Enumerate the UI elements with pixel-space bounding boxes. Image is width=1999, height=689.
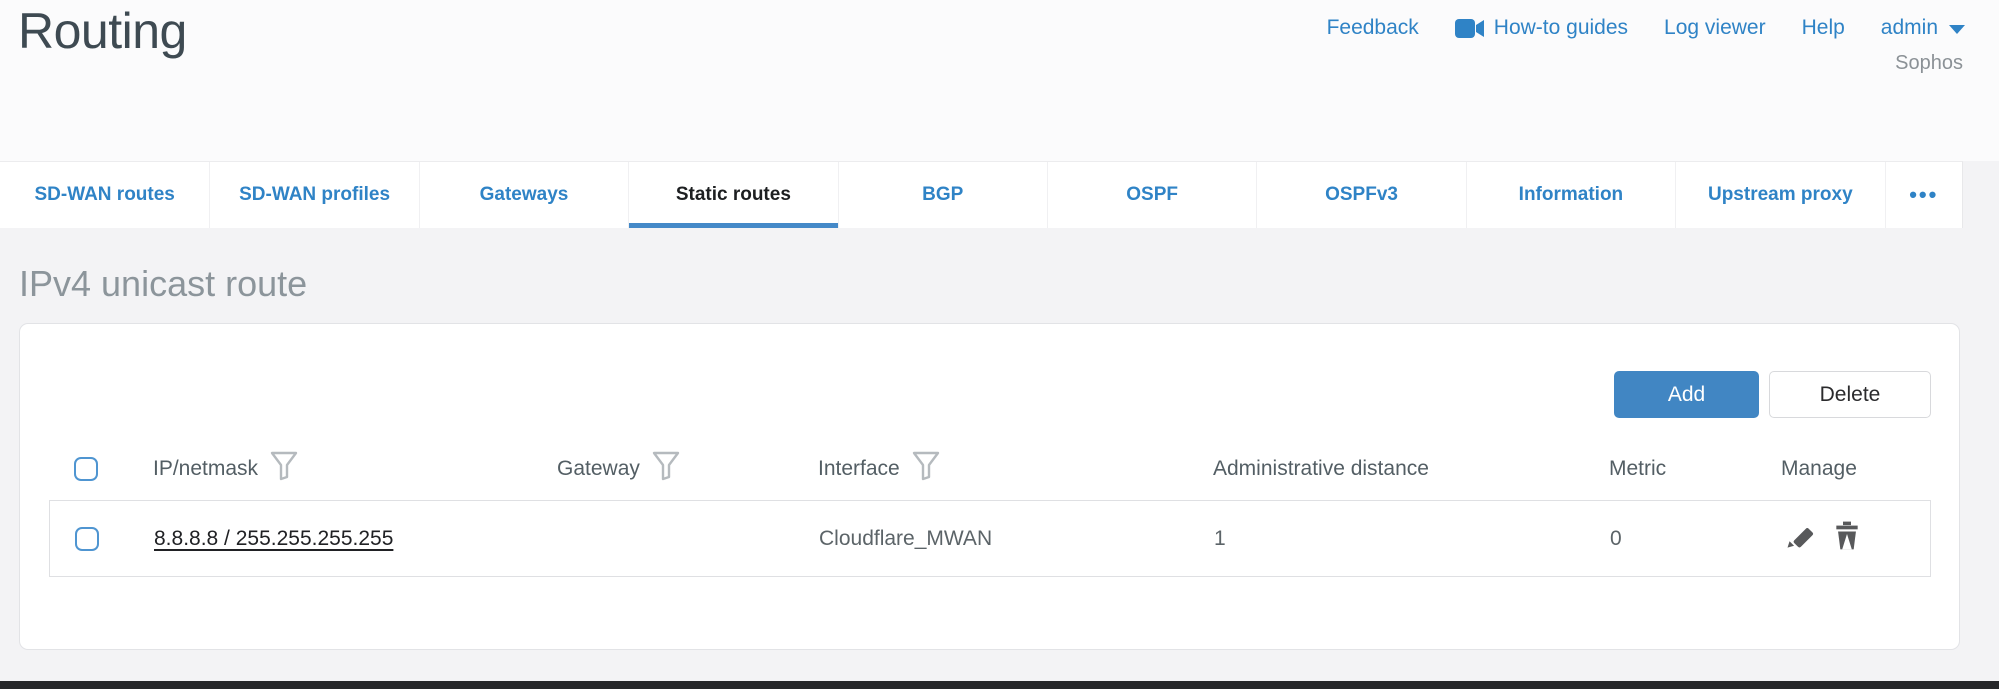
- page-title: Routing: [18, 2, 187, 60]
- manage-cell: [1782, 522, 1930, 556]
- trash-icon: [1832, 520, 1862, 558]
- user-menu[interactable]: admin: [1881, 16, 1965, 40]
- select-all-checkbox[interactable]: [74, 457, 98, 481]
- pencil-icon: [1783, 520, 1815, 558]
- log-viewer-link[interactable]: Log viewer: [1664, 16, 1766, 40]
- tab-static-routes[interactable]: Static routes: [628, 162, 837, 228]
- interface-cell: Cloudflare_MWAN: [819, 527, 1214, 551]
- feedback-link[interactable]: Feedback: [1327, 16, 1419, 40]
- tab-sdwan-routes[interactable]: SD-WAN routes: [0, 162, 209, 228]
- table-header-row: IP/netmask Gateway Interface: [49, 446, 1931, 491]
- routing-page: Routing Feedback How-to guides Log viewe…: [0, 0, 1999, 689]
- help-link[interactable]: Help: [1802, 16, 1845, 40]
- more-tabs-button[interactable]: •••: [1885, 162, 1962, 228]
- org-name: Sophos: [1895, 52, 1963, 75]
- ellipsis-icon: •••: [1909, 182, 1938, 208]
- administrative-distance-cell: 1: [1214, 527, 1610, 551]
- column-header-manage: Manage: [1781, 457, 1931, 481]
- help-label: Help: [1802, 16, 1845, 40]
- tab-sdwan-profiles[interactable]: SD-WAN profiles: [209, 162, 418, 228]
- delete-route-button[interactable]: [1830, 522, 1864, 556]
- add-button[interactable]: Add: [1614, 371, 1759, 418]
- table-row: 8.8.8.8 / 255.255.255.255 Cloudflare_MWA…: [49, 500, 1931, 577]
- tab-ospf[interactable]: OSPF: [1047, 162, 1256, 228]
- log-viewer-label: Log viewer: [1664, 16, 1766, 40]
- tab-gateways[interactable]: Gateways: [419, 162, 628, 228]
- feedback-link-label: Feedback: [1327, 16, 1419, 40]
- delete-button[interactable]: Delete: [1769, 371, 1931, 418]
- row-checkbox[interactable]: [75, 527, 99, 551]
- column-header-interface: Interface: [818, 451, 1213, 487]
- route-link[interactable]: 8.8.8.8 / 255.255.255.255: [154, 527, 393, 550]
- column-header-metric: Metric: [1609, 457, 1781, 481]
- tab-ospfv3[interactable]: OSPFv3: [1256, 162, 1465, 228]
- page-header: Routing Feedback How-to guides Log viewe…: [0, 0, 1999, 161]
- funnel-icon[interactable]: [652, 451, 680, 487]
- user-menu-label: admin: [1881, 16, 1938, 40]
- tab-upstream-proxy[interactable]: Upstream proxy: [1675, 162, 1884, 228]
- funnel-icon[interactable]: [912, 451, 940, 487]
- column-header-administrative-distance: Administrative distance: [1213, 457, 1609, 481]
- top-nav: Feedback How-to guides Log viewer Help a…: [1327, 16, 1965, 40]
- edit-route-button[interactable]: [1782, 522, 1816, 556]
- funnel-icon[interactable]: [270, 451, 298, 487]
- howto-guides-label: How-to guides: [1494, 16, 1628, 40]
- tab-information[interactable]: Information: [1466, 162, 1675, 228]
- ipv4-unicast-route-panel: Add Delete IP/netmask Gateway: [19, 323, 1960, 650]
- caret-down-icon: [1949, 25, 1965, 34]
- column-header-ip-netmask: IP/netmask: [153, 451, 557, 487]
- routing-tab-bar: SD-WAN routes SD-WAN profiles Gateways S…: [0, 161, 1963, 228]
- video-camera-icon: [1455, 18, 1485, 39]
- metric-cell: 0: [1610, 527, 1782, 551]
- column-header-gateway: Gateway: [557, 451, 818, 487]
- howto-guides-link[interactable]: How-to guides: [1455, 16, 1628, 40]
- tab-bgp[interactable]: BGP: [838, 162, 1047, 228]
- section-title: IPv4 unicast route: [19, 263, 307, 305]
- window-bottom-edge: [0, 681, 1999, 689]
